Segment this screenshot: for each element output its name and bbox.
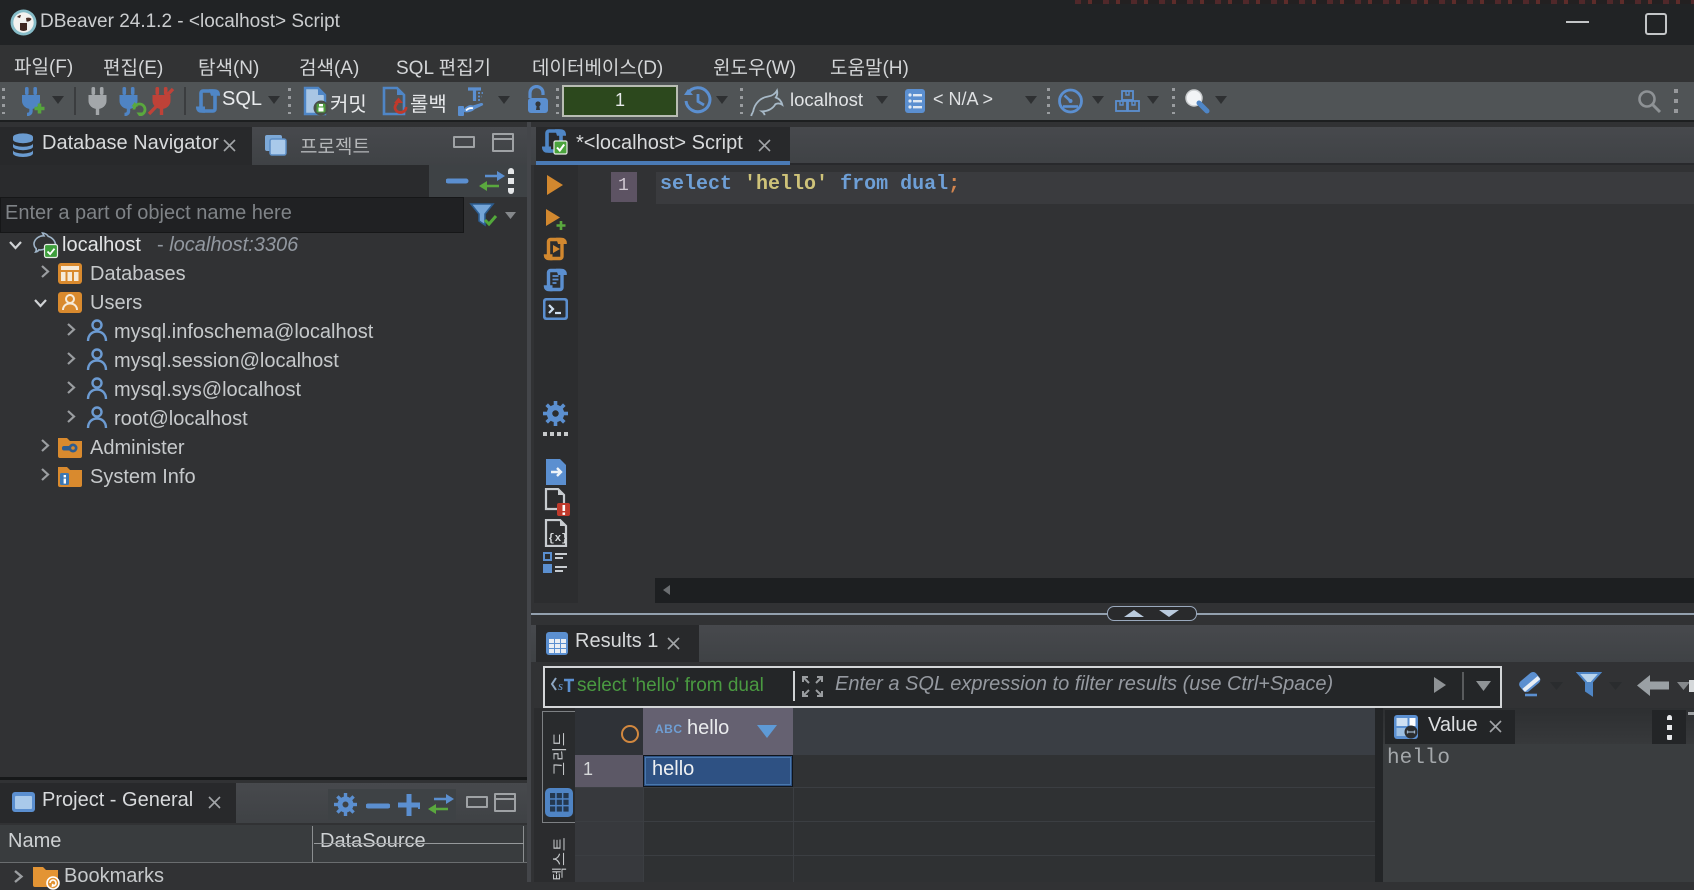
svg-text:s: s (558, 678, 563, 693)
svg-text:{x}: {x} (548, 533, 568, 545)
